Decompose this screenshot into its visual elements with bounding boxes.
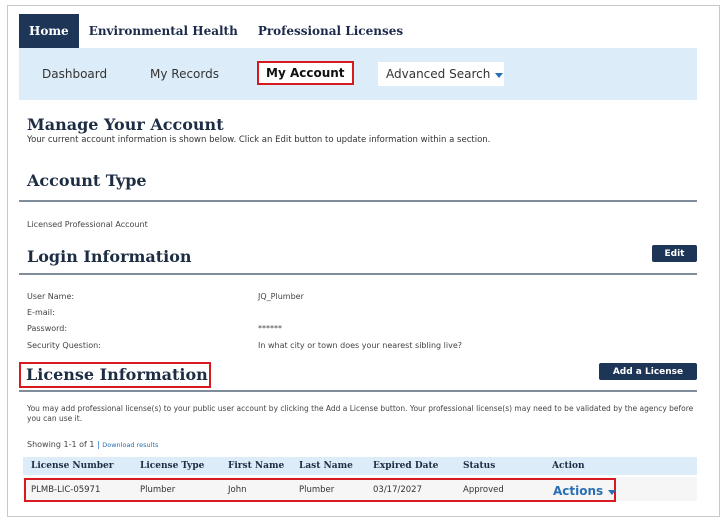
col-license-number[interactable]: License Number bbox=[31, 461, 113, 471]
col-last-name[interactable]: Last Name bbox=[299, 461, 353, 471]
edit-button[interactable]: Edit bbox=[652, 245, 697, 262]
cell-status: Approved bbox=[463, 485, 504, 495]
field-value-username: JQ_Plumber bbox=[258, 292, 304, 301]
results-summary: Showing 1-1 of 1 | Download results bbox=[27, 440, 158, 449]
login-heading: Login Information bbox=[27, 247, 192, 266]
field-value-security-question: In what city or town does your nearest s… bbox=[258, 341, 462, 350]
sub-nav: Dashboard My Records My Account Advanced… bbox=[19, 48, 697, 100]
field-value-password: ****** bbox=[258, 324, 282, 333]
download-results-link[interactable]: Download results bbox=[102, 441, 158, 449]
nav-my-records[interactable]: My Records bbox=[150, 48, 219, 100]
table-header bbox=[23, 457, 697, 475]
account-type-divider bbox=[19, 200, 697, 202]
nav-dashboard[interactable]: Dashboard bbox=[42, 48, 107, 100]
top-nav: Home Environmental Health Professional L… bbox=[19, 14, 413, 48]
license-divider bbox=[19, 390, 697, 392]
tab-home[interactable]: Home bbox=[19, 14, 79, 48]
tab-environmental-health[interactable]: Environmental Health bbox=[79, 14, 248, 48]
page-subtitle: Your current account information is show… bbox=[27, 135, 491, 145]
col-license-type[interactable]: License Type bbox=[140, 461, 204, 471]
col-status[interactable]: Status bbox=[463, 461, 495, 471]
col-first-name[interactable]: First Name bbox=[228, 461, 284, 471]
nav-my-account[interactable]: My Account bbox=[257, 61, 354, 85]
advanced-search-dropdown[interactable]: Advanced Search bbox=[378, 62, 504, 86]
col-expired-date[interactable]: Expired Date bbox=[373, 461, 438, 471]
add-license-button[interactable]: Add a License bbox=[599, 363, 697, 380]
login-divider bbox=[19, 273, 697, 275]
license-description: You may add professional license(s) to y… bbox=[27, 404, 694, 423]
cell-license-number: PLMB-LIC-05971 bbox=[31, 485, 101, 495]
cell-first-name: John bbox=[228, 485, 247, 495]
cell-last-name: Plumber bbox=[299, 485, 335, 495]
cell-expired-date: 03/17/2027 bbox=[373, 485, 422, 495]
field-label-password: Password: bbox=[27, 324, 68, 333]
account-type-heading: Account Type bbox=[27, 171, 147, 190]
results-separator: | bbox=[97, 440, 100, 449]
cell-license-type: Plumber bbox=[140, 485, 176, 495]
tab-professional-licenses[interactable]: Professional Licenses bbox=[248, 14, 413, 48]
field-label-email: E-mail: bbox=[27, 308, 55, 317]
field-label-username: User Name: bbox=[27, 292, 75, 301]
actions-dropdown[interactable]: Actions bbox=[553, 484, 617, 498]
actions-label: Actions bbox=[553, 484, 604, 498]
advanced-search-label: Advanced Search bbox=[386, 67, 491, 81]
chevron-down-icon bbox=[608, 489, 617, 495]
col-action: Action bbox=[552, 461, 585, 471]
chevron-down-icon bbox=[495, 72, 504, 78]
license-heading: License Information bbox=[26, 365, 208, 384]
results-count: Showing 1-1 of 1 bbox=[27, 440, 95, 449]
page-title: Manage Your Account bbox=[27, 115, 224, 134]
field-label-security-question: Security Question: bbox=[27, 341, 101, 350]
account-type-value: Licensed Professional Account bbox=[27, 220, 148, 229]
